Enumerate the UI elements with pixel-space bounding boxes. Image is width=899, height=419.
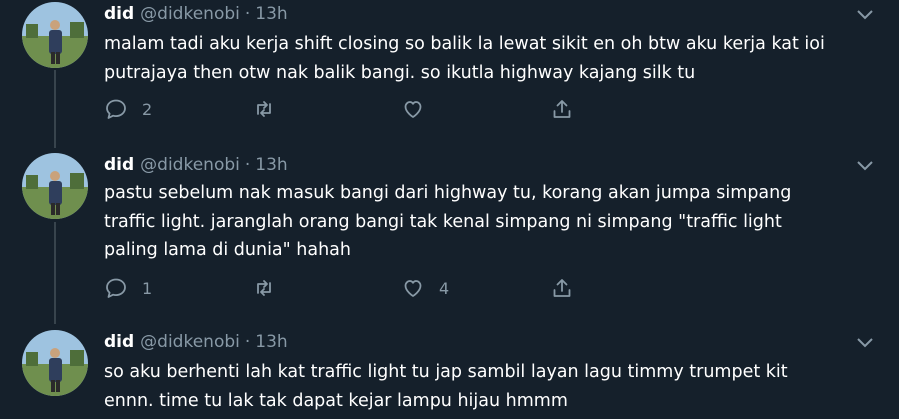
reply-button[interactable]: 2	[104, 95, 152, 123]
tweet-actions: 1 4	[104, 274, 604, 302]
share-button[interactable]	[550, 274, 574, 302]
display-name[interactable]: did	[104, 155, 134, 175]
tweet-text: malam tadi aku kerja shift closing so ba…	[104, 30, 879, 87]
reply-button[interactable]: 1	[104, 274, 152, 302]
reply-icon	[106, 278, 126, 298]
separator-dot: ·	[244, 332, 251, 352]
reply-count: 1	[142, 278, 153, 298]
chevron-down-icon[interactable]	[855, 157, 875, 173]
retweet-button[interactable]	[252, 274, 290, 302]
tweet-text-line: traffic light. jaranglah orang bangi tak…	[104, 211, 782, 232]
user-handle[interactable]: @didkenobi	[140, 155, 240, 175]
timestamp[interactable]: 13h	[255, 4, 287, 24]
tweet-actions: 2	[104, 95, 604, 123]
like-button[interactable]	[401, 95, 439, 123]
tweet-text-line: so aku berhenti lah kat traffic light tu…	[104, 362, 788, 382]
tweet-text-line: pastu sebelum nak masuk bangi dari highw…	[104, 183, 792, 203]
avatar[interactable]	[22, 2, 88, 68]
reply-count: 2	[142, 99, 153, 119]
heart-icon	[404, 101, 422, 118]
display-name[interactable]: did	[104, 4, 134, 24]
user-handle[interactable]: @didkenobi	[140, 4, 240, 24]
retweet-button[interactable]	[252, 95, 290, 123]
tweet-text: pastu sebelum nak masuk bangi dari highw…	[104, 179, 879, 265]
heart-icon	[404, 280, 422, 297]
retweet-icon	[257, 101, 271, 117]
tweet-text-line: ennn. time tu lak tak dapat kejar lampu …	[104, 390, 568, 411]
tweet-text: so aku berhenti lah kat traffic light tu…	[104, 358, 879, 415]
separator-dot: ·	[244, 155, 251, 175]
thread-connector	[54, 222, 56, 324]
like-button[interactable]: 4	[401, 274, 449, 302]
thread-connector	[54, 70, 56, 148]
share-button[interactable]	[550, 95, 574, 123]
timestamp[interactable]: 13h	[255, 155, 287, 175]
like-count: 4	[439, 278, 450, 298]
avatar[interactable]	[22, 330, 88, 396]
chevron-down-icon[interactable]	[855, 334, 875, 350]
separator-dot: ·	[244, 4, 251, 24]
timestamp[interactable]: 13h	[255, 332, 287, 352]
share-icon	[553, 279, 571, 297]
retweet-icon	[257, 280, 271, 296]
reply-icon	[106, 99, 126, 119]
tweet-text-line: putrajaya then otw nak balik bangi. so i…	[104, 62, 696, 83]
display-name[interactable]: did	[104, 332, 134, 352]
tweet-text-line: paling lama di dunia" hahah	[104, 240, 351, 260]
tweet-text-line: malam tadi aku kerja shift closing so ba…	[104, 34, 825, 54]
share-icon	[553, 100, 571, 118]
chevron-down-icon[interactable]	[855, 6, 875, 22]
avatar[interactable]	[22, 153, 88, 219]
user-handle[interactable]: @didkenobi	[140, 332, 240, 352]
